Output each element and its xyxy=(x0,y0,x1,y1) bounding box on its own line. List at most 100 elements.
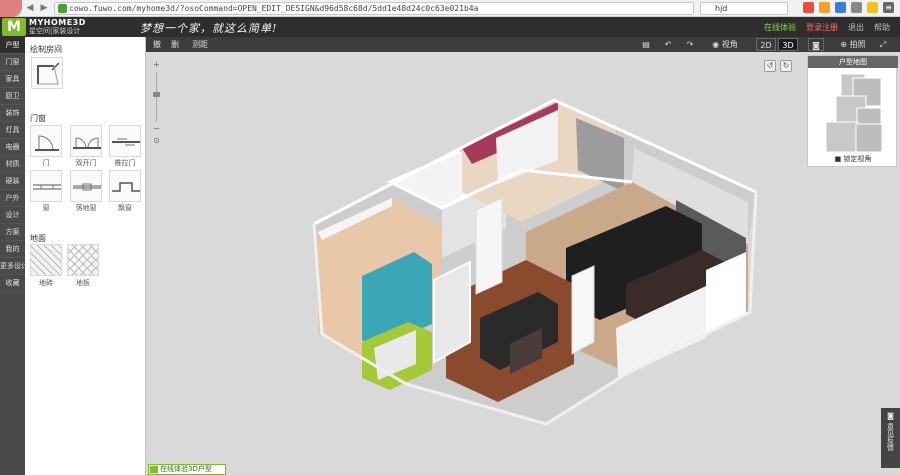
back-button[interactable]: ◀ xyxy=(24,2,36,15)
browser-profile-avatar[interactable] xyxy=(0,0,22,17)
french-window-icon xyxy=(73,183,101,191)
nav-item-more-designs[interactable]: 更多设计 xyxy=(0,258,25,275)
window-label: 窗 xyxy=(42,204,50,212)
sliding-door-icon xyxy=(112,138,140,146)
window-icon xyxy=(33,184,61,190)
settings-icon: ⊕ xyxy=(840,40,848,49)
feedback-tab[interactable]: ◙ 意见反馈 xyxy=(881,408,900,468)
badge-text: 在线体验3D户型 xyxy=(160,465,212,473)
trial-badge[interactable]: 在线体验3D户型 xyxy=(148,464,226,475)
nav-item-doors[interactable]: 门窗 xyxy=(0,54,25,71)
nav-item-furniture[interactable]: 家具 xyxy=(0,71,25,88)
feedback-label: 意见反馈 xyxy=(886,423,895,451)
url-text: cowo.fuwo.com/myhome3d/?osoCommand=OPEN_… xyxy=(69,4,479,13)
nav-item-outdoor[interactable]: 户外 xyxy=(0,190,25,207)
logo-icon[interactable]: M xyxy=(2,18,26,36)
sliding-door-tile[interactable] xyxy=(109,125,141,157)
extension-icon-red[interactable] xyxy=(803,2,814,13)
floor-tile-tiles[interactable] xyxy=(30,244,62,276)
lock-icon: ■ xyxy=(834,155,842,163)
minimap-plan xyxy=(825,73,883,153)
search-input[interactable]: hjd xyxy=(700,2,788,15)
draw-room-tile[interactable] xyxy=(31,57,63,89)
fullscreen-icon[interactable]: ⤢ xyxy=(876,38,890,51)
header-links: 在线体验 登录注册 退出 帮助 xyxy=(764,22,890,33)
nav-item-appliances[interactable]: 电器 xyxy=(0,139,25,156)
nav-item-floorplan[interactable]: 户型 xyxy=(0,37,25,54)
home-icon[interactable] xyxy=(851,2,862,13)
download-icon[interactable] xyxy=(835,2,846,13)
browser-toolbar: ◀ ▶ cowo.fuwo.com/myhome3d/?osoCommand=O… xyxy=(0,0,900,17)
nav-item-decor[interactable]: 装饰 xyxy=(0,105,25,122)
delete-button[interactable]: 删 xyxy=(168,38,182,51)
header-link-logout[interactable]: 退出 xyxy=(848,22,864,33)
brand-name: MYHOME3D 星空间|家装设计 xyxy=(29,18,86,36)
measure-button[interactable]: 测距 xyxy=(190,38,210,51)
3d-canvas[interactable]: + − ⊙ ↺ ↻ xyxy=(146,52,900,475)
brand-title: MYHOME3D xyxy=(29,18,86,27)
floorplan-3d-render[interactable] xyxy=(146,52,900,475)
minimap-lock-text: 锁定视角 xyxy=(843,155,872,163)
nav-item-materials[interactable]: 材质 xyxy=(0,156,25,173)
mode-2d-button[interactable]: 2D xyxy=(756,38,776,51)
screenshot-label: 拍照 xyxy=(849,40,866,49)
minimap[interactable]: 户型地图 ■ 锁定视角 xyxy=(807,55,898,167)
minimap-lock-label[interactable]: ■ 锁定视角 xyxy=(808,154,898,164)
undo-arrow-icon[interactable]: ↶ xyxy=(662,38,674,51)
section-title-doors: 门窗 xyxy=(30,114,46,123)
mode-3d-button[interactable]: 3D xyxy=(778,38,798,51)
bay-window-tile[interactable] xyxy=(109,170,141,202)
header-link-trial[interactable]: 在线体验 xyxy=(764,22,796,33)
browser-extensions: ≡ xyxy=(803,2,894,15)
header-link-help[interactable]: 帮助 xyxy=(874,22,890,33)
undo-button[interactable]: 撤 xyxy=(150,38,164,51)
site-icon xyxy=(58,4,67,13)
star-icon[interactable] xyxy=(819,2,830,13)
nav-item-favorites[interactable]: 收藏 xyxy=(0,275,25,292)
component-panel: 绘制房间 门窗 门 双开门 推拉门 窗 落地窗 飘窗 地面 地砖 地板 xyxy=(25,37,146,475)
main-toolbar: 撤 删 测距 ▤ ↶ ↷ ◉ 视角 2D 3D ◙ ⊕ 拍照 ⤢ xyxy=(146,37,900,52)
french-window-label: 落地窗 xyxy=(75,204,97,212)
nav-item-kitchen-bath[interactable]: 厨卫 xyxy=(0,88,25,105)
screenshot-button[interactable]: ⊕ 拍照 xyxy=(840,38,866,51)
double-door-label: 双开门 xyxy=(75,159,97,167)
nav-item-hard-decor[interactable]: 硬装 xyxy=(0,173,25,190)
redo-arrow-icon[interactable]: ↷ xyxy=(684,38,696,51)
sliding-door-label: 推拉门 xyxy=(114,159,136,167)
door-tile[interactable] xyxy=(30,125,62,157)
floor-tile-wood[interactable] xyxy=(67,244,99,276)
menu-icon[interactable]: ≡ xyxy=(883,2,894,13)
floor-tiles-label: 地砖 xyxy=(39,279,53,287)
draw-room-icon xyxy=(37,62,60,85)
french-window-tile[interactable] xyxy=(70,170,102,202)
view-label: 视角 xyxy=(721,40,738,49)
nav-item-lights[interactable]: 灯具 xyxy=(0,122,25,139)
forward-button[interactable]: ▶ xyxy=(38,2,50,15)
header-link-login[interactable]: 登录注册 xyxy=(806,22,838,33)
camera-icon[interactable]: ◙ xyxy=(808,38,824,51)
double-door-icon xyxy=(73,137,101,149)
bookmark-icon[interactable] xyxy=(867,2,878,13)
left-category-nav: 户型 门窗 家具 厨卫 装饰 灯具 电器 材质 硬装 户外 设计 方案 我的 更… xyxy=(0,37,25,475)
floor-wood-label: 地板 xyxy=(76,279,90,287)
address-bar[interactable]: cowo.fuwo.com/myhome3d/?osoCommand=OPEN_… xyxy=(54,2,694,15)
nav-item-mine[interactable]: 我的 xyxy=(0,241,25,258)
section-title-draw-room: 绘制房间 xyxy=(30,45,62,54)
search-value: hjd xyxy=(715,4,728,13)
eye-icon: ◉ xyxy=(712,40,720,49)
camera-small-icon: ◙ xyxy=(887,412,894,420)
window-tile[interactable] xyxy=(30,170,62,202)
bay-window-label: 飘窗 xyxy=(118,204,132,212)
bay-window-icon xyxy=(112,182,140,192)
door-icon xyxy=(35,135,59,151)
door-label: 门 xyxy=(42,159,50,167)
brand-subtitle: 星空间|家装设计 xyxy=(29,27,81,35)
nav-item-design[interactable]: 设计 xyxy=(0,207,25,224)
badge-logo-icon xyxy=(150,466,158,473)
app-header: M MYHOME3D 星空间|家装设计 梦想一个家，就这么简单! 在线体验 登录… xyxy=(0,17,900,37)
nav-item-plans[interactable]: 方案 xyxy=(0,224,25,241)
save-icon[interactable]: ▤ xyxy=(640,38,652,51)
view-dropdown[interactable]: ◉ 视角 xyxy=(708,38,742,51)
section-title-floor: 地面 xyxy=(30,234,46,243)
double-door-tile[interactable] xyxy=(70,125,102,157)
